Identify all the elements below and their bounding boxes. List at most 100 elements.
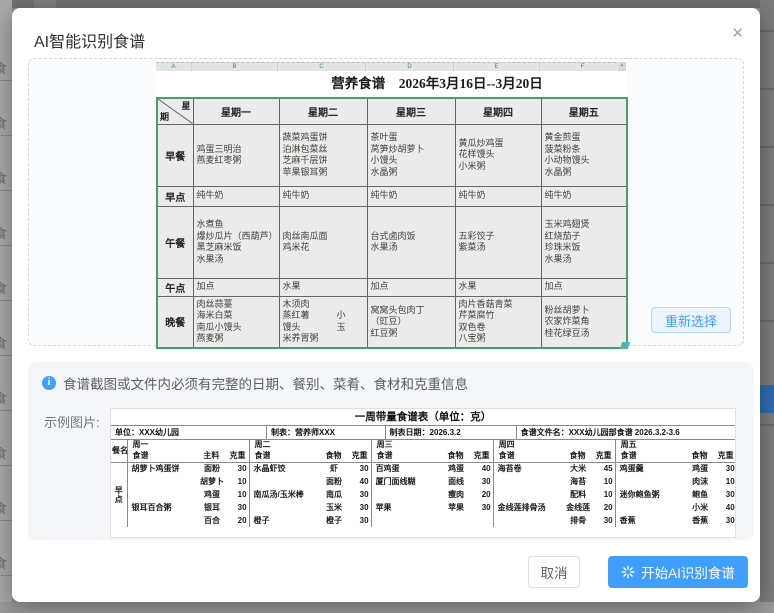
background-line — [760, 424, 774, 426]
background-glyph: 食 — [0, 171, 8, 186]
background-line — [0, 135, 12, 136]
recipe-cell: 南瓜汤/玉米棒 — [253, 490, 304, 499]
recipe-cell: 厦门面线糊 — [375, 477, 416, 486]
food-cell: 鲍鱼 — [692, 490, 709, 499]
meal-cell: 木须肉 蒸红薯 小馒头 玉米养胃粥 — [278, 295, 368, 349]
meal-line: 鸡蛋三明治 — [196, 143, 242, 154]
meal-line: 鸡米花 — [282, 242, 310, 252]
meal-line: 黄瓜炒鸡蛋 — [458, 137, 504, 148]
food-cell: 苹果 — [448, 503, 465, 512]
meal-line: 小馒头 — [370, 155, 398, 165]
food-cell: 南瓜 — [326, 490, 343, 499]
day-label: 周二 — [254, 440, 271, 450]
weight-cell — [473, 514, 494, 527]
meal-row: 午餐 水煮鱼 爆炒瓜片（西葫芦） 黑芝麻米饭 水果汤 肉丝南瓜面 鸡米花 台式卤肉饭 水果汤 五彩… — [156, 205, 628, 279]
food-cell: 配料 — [570, 490, 587, 499]
col-label-food: 食物 — [569, 451, 586, 461]
food-cell: 虾 — [330, 464, 339, 474]
meal-line: 加点 — [370, 281, 389, 292]
weight-cell: 20 — [473, 488, 494, 501]
dimmed-button-fragment — [760, 385, 774, 413]
week-corner-cell: 星期 — [156, 97, 194, 125]
recipe-cell — [127, 514, 195, 527]
meal-cell: 蔬菜鸡蛋饼 泊淋包菜丝 芝麻千层饼 苹果银耳粥 — [278, 123, 368, 187]
background-line — [760, 30, 774, 32]
close-icon[interactable]: ✕ — [731, 26, 744, 41]
recipe-cell: 水晶虾饺 — [253, 464, 286, 474]
weight-cell: 40 — [473, 462, 494, 475]
example-header-row: 餐名 周一 食谱 主料 克重 周二 食谱 食物 克重 周三 食谱 食物 克重 周四 食谱 食物 克重 周五 食谱 食物… — [111, 440, 735, 463]
food-cell: 百合 — [204, 516, 220, 525]
food-cell: 面线 — [448, 477, 465, 486]
meal-line: 纯牛奶 — [458, 190, 486, 201]
day-header-cell: 星期五 — [540, 97, 628, 125]
meal-line: 红豆粥 — [370, 327, 398, 338]
example-sheet-title: 一周带量食谱表（单位：克） — [111, 409, 735, 426]
meal-line: 加点 — [196, 281, 215, 292]
meal-line: 燕麦红枣粥 — [196, 155, 242, 165]
meal-cell: 窝窝头包肉丁 （豇豆） 红豆粥 — [366, 295, 456, 349]
meal-line: 小动物馒头 — [544, 155, 590, 165]
upload-dropzone[interactable]: ABCDEF ▴ 营养食谱 2026年3月16日--3月20日 星期星期一 星期二… — [28, 58, 744, 349]
day-group-header: 周四 食谱 食物 克重 — [493, 440, 616, 463]
selection-handle — [619, 342, 631, 349]
meal-line: 水果汤 — [544, 253, 572, 264]
background-glyph: 食 — [0, 61, 8, 76]
background-line — [0, 355, 12, 356]
food-cell: 玉米 — [326, 503, 343, 512]
meal-line: 海米白菜 — [196, 310, 233, 321]
weight-cell: 20 — [595, 501, 616, 514]
food-cell: 橙子 — [326, 516, 343, 525]
food-cell: 面粉 — [326, 477, 343, 486]
meal-line: 粉丝胡萝卜 — [544, 304, 590, 315]
weight-cell: 30 — [595, 514, 616, 527]
background-line — [0, 410, 12, 411]
day-header-cell: 星期三 — [366, 97, 456, 125]
meal-cell: 纯牛奶 — [540, 185, 628, 207]
background-glyph: 食 — [0, 226, 8, 241]
background-line — [760, 146, 774, 148]
weight-cell: 40 — [717, 501, 735, 514]
meal-line: 农家炸菜角 — [544, 316, 590, 326]
weight-cell: 10 — [229, 488, 250, 501]
col-label-recipe: 食谱 — [132, 451, 149, 461]
meal-line: 台式卤肉饭 — [370, 230, 416, 241]
background-line — [760, 320, 774, 322]
cancel-button[interactable]: 取消 — [528, 556, 580, 588]
notice-text: 食谱截图或文件内必须有完整的日期、餐别、菜肴、食材和克重信息 — [63, 377, 468, 392]
sheet-column-letter: E — [454, 63, 540, 71]
sheet-column-letter: C — [278, 63, 366, 71]
col-label-recipe: 食谱 — [254, 451, 271, 461]
meal-cell: 纯牛奶 — [454, 185, 542, 207]
meal-label-cell: 午点 — [156, 277, 194, 297]
example-meta-author: 制表：营养师XXX — [267, 426, 386, 439]
meal-cell: 茶叶蛋 莴笋炒胡萝卜 小馒头 水晶粥 — [366, 123, 456, 187]
meal-line: 水煮鱼 — [196, 219, 224, 229]
meal-cell: 肉丝蒜薹 海米白菜 南瓜小馒头 燕麦粥 — [192, 295, 280, 349]
day-label: 周四 — [498, 440, 515, 450]
food-cell: 大米 — [570, 464, 587, 474]
meal-line: 南瓜小馒头 — [196, 321, 242, 332]
weight-cell: 30 — [351, 514, 372, 527]
start-ai-recognition-button[interactable]: 开始AI识别食谱 — [608, 556, 748, 588]
meal-line: 蔬菜鸡蛋饼 — [282, 132, 328, 142]
food-cell: 鸡蛋 — [204, 490, 220, 499]
meal-cell: 玉米鸡翅煲 红烧茄子 珍珠米饭 水果汤 — [540, 205, 628, 279]
meal-line: 泊淋包菜丝 — [282, 143, 328, 154]
food-cell: 排骨 — [570, 516, 587, 525]
food-cell: 鸡蛋 — [692, 464, 709, 474]
col-label-weight: 克重 — [595, 451, 612, 461]
weight-cell: 40 — [351, 475, 372, 488]
weight-cell: 10 — [717, 475, 735, 488]
meal-line: （豇豆） — [370, 316, 407, 326]
recipe-cell: 苹果 — [375, 503, 392, 512]
example-table-body: 早点胡萝卜鸡蛋饼 面粉 30 水晶虾饺虾 30 百鸡蛋 鸡蛋 40 海苔卷 大米 45 鸡蛋羹 鸡蛋 30… — [111, 462, 735, 527]
weight-cell: 30 — [473, 475, 494, 488]
meal-line: 纯牛奶 — [282, 190, 310, 201]
background-glyph: 食 — [0, 501, 8, 516]
food-cell: 海苔 — [570, 477, 587, 486]
meal-line: 玉米鸡翅煲 — [544, 219, 590, 229]
meal-cell: 纯牛奶 — [192, 185, 280, 207]
reselect-button[interactable]: 重新选择 — [650, 307, 731, 333]
example-meta-date: 制表日期：2026.3.2 — [386, 426, 517, 439]
